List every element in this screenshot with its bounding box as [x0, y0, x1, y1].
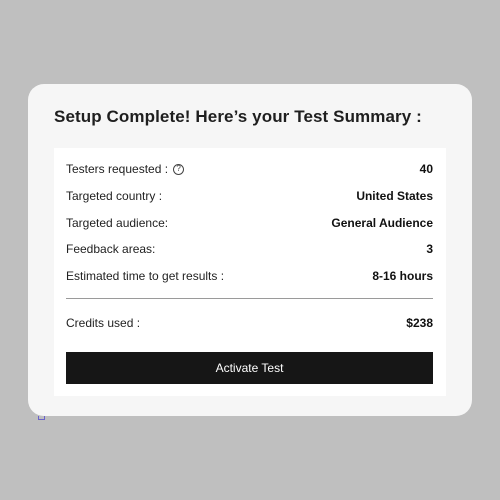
checkbox-icon[interactable] — [38, 416, 45, 420]
testers-requested-value: 40 — [419, 162, 433, 176]
estimated-time-value: 8-16 hours — [372, 269, 433, 283]
estimated-time-row: Estimated time to get results : 8-16 hou… — [66, 267, 433, 285]
targeted-audience-label: Targeted audience: — [66, 216, 169, 230]
testers-requested-row: Testers requested : ? 40 — [66, 160, 433, 178]
credits-used-label: Credits used : — [66, 316, 141, 330]
summary-title: Setup Complete! Here’s your Test Summary… — [54, 107, 422, 126]
credits-used-row: Credits used : $238 — [66, 314, 433, 332]
feedback-areas-value: 3 — [426, 242, 433, 256]
targeted-country-row: Targeted country : United States — [66, 187, 433, 205]
targeted-audience-row: Targeted audience: General Audience — [66, 214, 433, 232]
estimated-time-label: Estimated time to get results : — [66, 269, 225, 283]
targeted-country-label: Targeted country : — [66, 189, 163, 203]
credits-used-value: $238 — [406, 316, 433, 330]
targeted-audience-value: General Audience — [331, 216, 433, 230]
test-summary-card: Setup Complete! Here’s your Test Summary… — [28, 84, 472, 416]
summary-panel: Testers requested : ? 40 Targeted countr… — [54, 148, 446, 396]
targeted-country-value: United States — [356, 189, 433, 203]
testers-requested-label: Testers requested : — [66, 162, 169, 176]
help-circle-icon[interactable]: ? — [173, 163, 185, 175]
activate-test-button[interactable]: Activate Test — [66, 352, 433, 384]
summary-divider — [66, 298, 433, 299]
feedback-areas-label: Feedback areas: — [66, 242, 156, 256]
feedback-areas-row: Feedback areas: 3 — [66, 240, 433, 258]
testers-requested-label-wrap: Testers requested : ? — [66, 162, 185, 176]
